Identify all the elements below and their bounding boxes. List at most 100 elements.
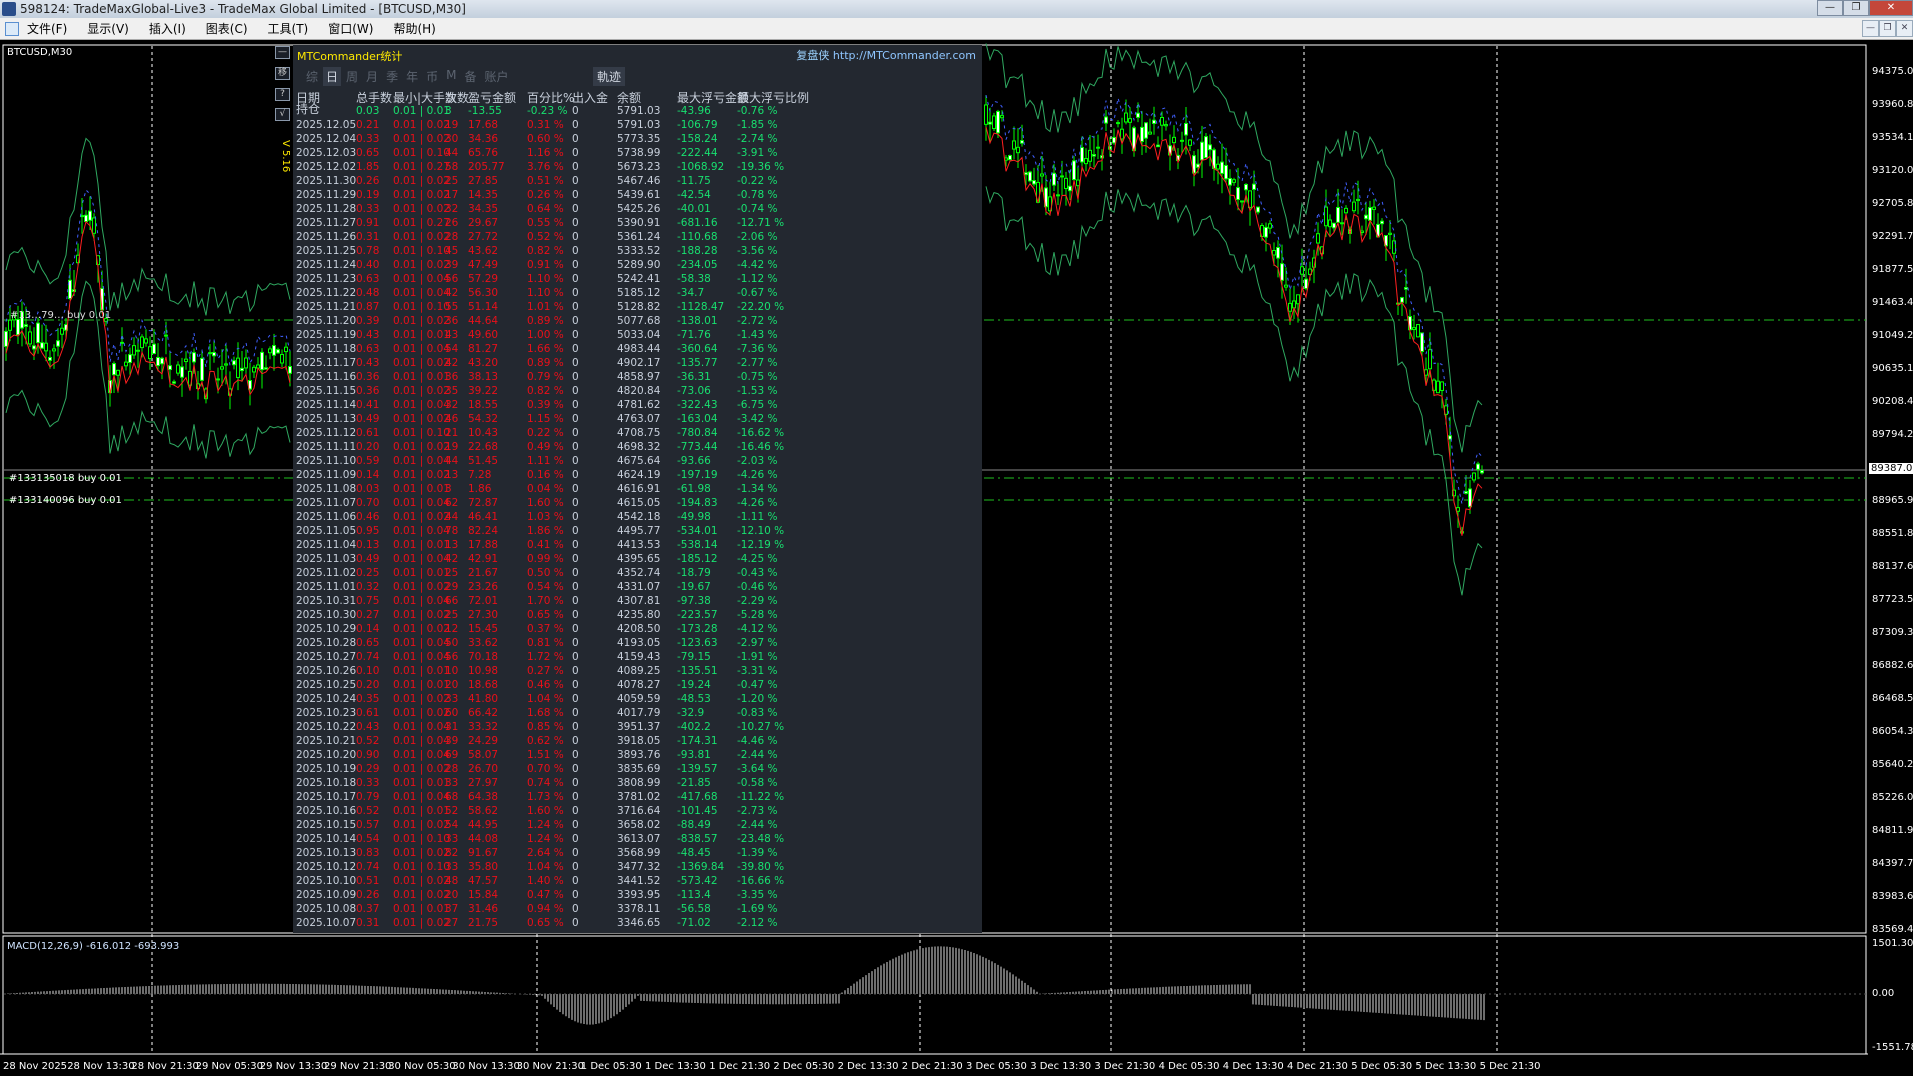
tab-8[interactable]: 备 [461, 67, 479, 86]
cell-percent: 0.99 % [527, 553, 564, 565]
cell-balance: 4542.18 [617, 511, 661, 523]
menu-help[interactable]: 帮助(H) [393, 18, 435, 39]
candle-body [1188, 139, 1192, 146]
panel-link[interactable]: 复盘侠 http://MTCommander.com [796, 47, 976, 63]
cell-deposit: 0 [572, 735, 579, 747]
tab-1[interactable]: 日 [323, 67, 342, 86]
cell-count: 3 [445, 105, 452, 117]
cell-max-drawdown: -19.67 [677, 581, 711, 593]
cell-date: 2025.11.26 [296, 231, 357, 243]
cell-count: 56 [445, 273, 459, 285]
chart-restore-button[interactable]: ❐ [1879, 20, 1896, 37]
table-row: 2025.10.15 0.57 0.01 | 0.02 54 44.95 1.24 % 0 3… [293, 818, 982, 832]
menu-file[interactable]: 文件(F) [27, 18, 67, 39]
period-tabs: 综日周月季年币 M 备账户 [303, 67, 514, 86]
table-row: 2025.10.10 0.51 0.01 | 0.02 48 47.57 1.40 % 0 3… [293, 874, 982, 888]
candle-body [160, 357, 164, 365]
cell-min-max-lots: 0.01 | 0.02 [393, 581, 450, 593]
tab-7[interactable]: M [443, 67, 459, 86]
cell-balance: 5738.99 [617, 147, 661, 159]
cell-deposit: 0 [572, 245, 579, 257]
candle-body [1284, 284, 1288, 288]
cell-count: 32 [445, 399, 459, 411]
candle-body [1216, 163, 1220, 170]
cell-min-max-lots: 0.01 | 0.01 [393, 777, 450, 789]
chart-minimize-button[interactable]: — [1862, 20, 1879, 37]
candle-body [1072, 160, 1076, 181]
cell-deposit: 0 [572, 413, 579, 425]
cell-percent: 3.76 % [527, 161, 564, 173]
close-button[interactable]: ✕ [1869, 0, 1913, 16]
tab-6[interactable]: 币 [423, 67, 441, 86]
candle-body [1296, 294, 1300, 305]
tab-9[interactable]: 账户 [481, 67, 511, 86]
cell-count: 36 [445, 371, 459, 383]
chart-close-button[interactable]: ✕ [1896, 20, 1913, 37]
cell-min-max-lots: 0.01 | 0.02 [393, 441, 450, 453]
chart-doc-icon[interactable] [5, 22, 19, 36]
move-panel-button[interactable]: 移 [275, 67, 290, 80]
tab-4[interactable]: 季 [383, 67, 401, 86]
cell-deposit: 0 [572, 385, 579, 397]
tab-5[interactable]: 年 [403, 67, 421, 86]
candle-body [1304, 278, 1308, 289]
candle-body [28, 331, 32, 345]
track-button[interactable]: 軌迹 [593, 67, 626, 86]
menu-window[interactable]: 窗口(W) [328, 18, 373, 39]
price-axis-label: 93534.15 [1872, 132, 1913, 143]
cell-balance: 4902.17 [617, 357, 661, 369]
cell-lots: 0.90 [356, 749, 380, 761]
candle-body [1472, 472, 1476, 481]
cell-date: 2025.10.29 [296, 623, 357, 635]
cell-percent: 1.40 % [527, 875, 564, 887]
restore-button[interactable]: ❐ [1843, 0, 1869, 16]
cell-count: 31 [445, 721, 459, 733]
candle-body [984, 104, 988, 125]
confirm-button[interactable]: √ [275, 108, 290, 121]
tab-0[interactable]: 综 [303, 67, 321, 86]
cell-deposit: 0 [572, 679, 579, 691]
candle-body [272, 345, 276, 356]
cell-percent: 0.54 % [527, 581, 564, 593]
menu-view[interactable]: 显示(V) [87, 18, 129, 39]
cell-balance: 4698.32 [617, 441, 661, 453]
cell-deposit: 0 [572, 805, 579, 817]
cell-max-drawdown: -158.24 [677, 133, 718, 145]
candle-body [1436, 380, 1440, 394]
candle-body [1416, 324, 1420, 338]
candle-body [48, 356, 52, 361]
cell-percent: 1.01 % [527, 301, 564, 313]
link-url[interactable]: http://MTCommander.com [833, 49, 976, 62]
cell-percent: 0.65 % [527, 609, 564, 621]
help-button[interactable]: ? [275, 88, 290, 101]
cell-max-drawdown-pct: -1.39 % [737, 847, 778, 859]
price-axis-label: 90208.40 [1872, 396, 1913, 407]
candle-body [1244, 183, 1248, 191]
candle-body [16, 318, 20, 336]
cell-balance: 5773.35 [617, 133, 661, 145]
collapse-panel-button[interactable]: — [275, 46, 290, 59]
cell-max-drawdown: -123.63 [677, 637, 718, 649]
tab-2[interactable]: 周 [343, 67, 361, 86]
cell-percent: 0.04 % [527, 483, 564, 495]
candle-body [1224, 164, 1228, 180]
candle-body [1092, 154, 1096, 157]
cell-lots: 0.19 [356, 189, 380, 201]
menu-tools[interactable]: 工具(T) [268, 18, 309, 39]
candle-body [1152, 119, 1156, 124]
cell-min-max-lots: 0.01 | 0.10 [393, 833, 450, 845]
cell-max-drawdown: -73.06 [677, 385, 711, 397]
cell-date: 2025.10.19 [296, 763, 357, 775]
candle-body [1380, 220, 1384, 225]
minimize-button[interactable]: — [1817, 0, 1843, 16]
menu-charts[interactable]: 图表(C) [206, 18, 248, 39]
cell-min-max-lots: 0.01 | 0.04 [393, 497, 450, 509]
cell-lots: 0.48 [356, 287, 380, 299]
tab-3[interactable]: 月 [363, 67, 381, 86]
cell-max-drawdown: -185.12 [677, 553, 718, 565]
time-axis-label: 29 Nov 05:30 [195, 1061, 264, 1072]
candle-body [24, 324, 28, 327]
candle-body [148, 346, 152, 360]
menu-insert[interactable]: 插入(I) [149, 18, 186, 39]
candle-body [1088, 149, 1092, 162]
